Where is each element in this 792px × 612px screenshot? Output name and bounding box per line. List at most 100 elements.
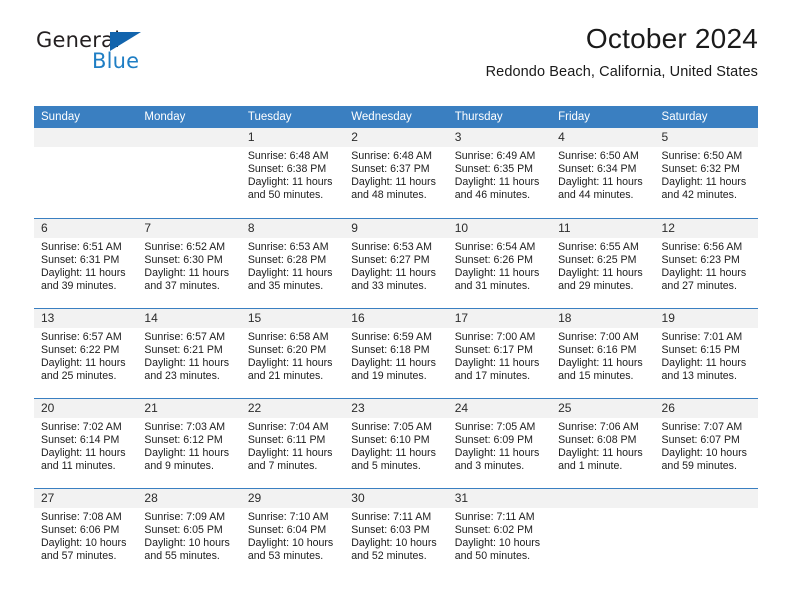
day-number: 31 (447, 488, 552, 508)
sunset-time: Sunset: 6:27 PM (351, 253, 430, 266)
calendar-week-row: 1 Sunrise: 6:48 AM Sunset: 6:38 PM Daylight… (34, 128, 758, 218)
calendar-day-cell[interactable]: 16 Sunrise: 6:59 AM Sunset: 6:18 PM Dayligh… (344, 307, 448, 398)
page-subtitle: Redondo Beach, California, United States (485, 64, 758, 81)
daylight-duration-line1: Daylight: 10 hours (41, 536, 127, 549)
daylight-duration-line1: Daylight: 11 hours (454, 356, 540, 369)
calendar-body: 1 Sunrise: 6:48 AM Sunset: 6:38 PM Daylight… (34, 128, 758, 578)
sunset-time: Sunset: 6:03 PM (351, 523, 430, 536)
daylight-duration-line2: and 50 minutes. (247, 189, 324, 202)
calendar-day-cell[interactable]: 18 Sunrise: 7:00 AM Sunset: 6:16 PM Dayligh… (551, 307, 655, 398)
weekday-header-friday: Friday (551, 106, 655, 128)
calendar-day-cell[interactable]: 29 Sunrise: 7:10 AM Sunset: 6:04 PM Dayligh… (240, 487, 345, 578)
sunset-time: Sunset: 6:08 PM (558, 433, 637, 446)
sunrise-time: Sunrise: 6:54 AM (454, 240, 536, 253)
general-blue-logo[interactable]: General Blue (36, 28, 236, 76)
weekday-header-tuesday: Tuesday (240, 106, 345, 128)
sunset-time: Sunset: 6:20 PM (247, 343, 327, 356)
sunrise-time: Sunrise: 7:11 AM (454, 510, 535, 523)
daylight-duration-line1: Daylight: 11 hours (661, 356, 747, 369)
day-details: Sunrise: 6:56 AM Sunset: 6:23 PM Daylight:… (655, 238, 758, 293)
calendar-day-cell[interactable]: 21 Sunrise: 7:03 AM Sunset: 6:12 PM Dayligh… (137, 397, 241, 488)
calendar-day-cell[interactable]: 22 Sunrise: 7:04 AM Sunset: 6:11 PM Dayligh… (240, 397, 345, 488)
daylight-duration-line1: Daylight: 10 hours (661, 446, 747, 459)
daylight-duration-line2: and 11 minutes. (41, 459, 116, 472)
weekday-header-thursday: Thursday (447, 106, 552, 128)
calendar-day-cell[interactable]: 4 Sunrise: 6:50 AM Sunset: 6:34 PM Daylight… (551, 128, 655, 218)
daylight-duration-line2: and 39 minutes. (41, 279, 117, 292)
calendar-day-cell[interactable]: 7 Sunrise: 6:52 AM Sunset: 6:30 PM Daylight… (137, 217, 241, 308)
day-number: 24 (447, 398, 552, 418)
sunrise-time: Sunrise: 7:02 AM (41, 420, 122, 433)
day-details: Sunrise: 6:54 AM Sunset: 6:26 PM Daylight:… (448, 238, 551, 293)
day-details: Sunrise: 6:48 AM Sunset: 6:38 PM Daylight:… (241, 147, 344, 202)
day-details: Sunrise: 7:11 AM Sunset: 6:03 PM Daylight:… (344, 508, 447, 563)
calendar-day-cell[interactable]: 26 Sunrise: 7:07 AM Sunset: 6:07 PM Dayligh… (654, 397, 758, 488)
calendar-day-cell[interactable]: 11 Sunrise: 6:55 AM Sunset: 6:25 PM Dayligh… (551, 217, 655, 308)
calendar-day-cell[interactable]: 27 Sunrise: 7:08 AM Sunset: 6:06 PM Dayligh… (34, 487, 138, 578)
sunset-time: Sunset: 6:15 PM (661, 343, 740, 356)
day-number (137, 128, 241, 147)
calendar-day-cell[interactable]: 2 Sunrise: 6:48 AM Sunset: 6:37 PM Daylight… (344, 128, 448, 218)
sunrise-time: Sunrise: 6:50 AM (661, 150, 743, 162)
day-details: Sunrise: 7:04 AM Sunset: 6:11 PM Daylight:… (241, 418, 344, 473)
daylight-duration-line1: Daylight: 11 hours (351, 446, 436, 459)
calendar-day-cell[interactable]: 9 Sunrise: 6:53 AM Sunset: 6:27 PM Daylight… (344, 217, 448, 308)
calendar-day-cell[interactable]: 31 Sunrise: 7:11 AM Sunset: 6:02 PM Dayligh… (447, 487, 552, 578)
sunrise-time: Sunrise: 7:00 AM (454, 330, 536, 343)
calendar-day-cell[interactable]: 25 Sunrise: 7:06 AM Sunset: 6:08 PM Dayligh… (551, 397, 655, 488)
calendar-day-cell[interactable]: 23 Sunrise: 7:05 AM Sunset: 6:10 PM Dayligh… (344, 397, 448, 488)
daylight-duration-line2: and 48 minutes. (351, 189, 427, 202)
sunrise-time: Sunrise: 6:48 AM (351, 150, 432, 162)
day-number: 11 (551, 218, 655, 238)
calendar-day-cell[interactable]: 19 Sunrise: 7:01 AM Sunset: 6:15 PM Dayligh… (654, 307, 758, 398)
daylight-duration-line2: and 44 minutes. (558, 189, 634, 202)
calendar-day-cell[interactable]: 20 Sunrise: 7:02 AM Sunset: 6:14 PM Dayligh… (34, 397, 138, 488)
day-number: 3 (447, 128, 552, 147)
weekday-header-wednesday: Wednesday (344, 106, 448, 128)
calendar-day-cell[interactable]: 30 Sunrise: 7:11 AM Sunset: 6:03 PM Dayligh… (344, 487, 448, 578)
daylight-duration-line1: Daylight: 11 hours (454, 176, 540, 189)
sunrise-time: Sunrise: 7:01 AM (661, 330, 743, 343)
day-details: Sunrise: 6:55 AM Sunset: 6:25 PM Daylight:… (551, 238, 654, 293)
sunrise-time: Sunrise: 6:59 AM (351, 330, 432, 343)
daylight-duration-line2: and 55 minutes. (144, 549, 220, 562)
calendar-day-cell[interactable]: 15 Sunrise: 6:58 AM Sunset: 6:20 PM Dayligh… (240, 307, 345, 398)
daylight-duration-line1: Daylight: 11 hours (247, 446, 333, 459)
sunrise-time: Sunrise: 7:06 AM (558, 420, 639, 433)
daylight-duration-line1: Daylight: 11 hours (41, 266, 126, 279)
daylight-duration-line2: and 53 minutes. (247, 549, 324, 562)
daylight-duration-line1: Daylight: 11 hours (558, 446, 643, 459)
day-number: 5 (654, 128, 758, 147)
daylight-duration-line1: Daylight: 11 hours (558, 266, 643, 279)
calendar-day-cell[interactable]: 28 Sunrise: 7:09 AM Sunset: 6:05 PM Dayligh… (137, 487, 241, 578)
daylight-duration-line1: Daylight: 10 hours (247, 536, 334, 549)
calendar-day-cell[interactable]: 5 Sunrise: 6:50 AM Sunset: 6:32 PM Daylight… (654, 128, 758, 218)
calendar-day-cell[interactable]: 1 Sunrise: 6:48 AM Sunset: 6:38 PM Daylight… (240, 128, 345, 218)
calendar-day-cell[interactable]: 24 Sunrise: 7:05 AM Sunset: 6:09 PM Dayligh… (447, 397, 552, 488)
calendar-day-cell[interactable]: 6 Sunrise: 6:51 AM Sunset: 6:31 PM Daylight… (34, 217, 138, 308)
sunrise-time: Sunrise: 7:05 AM (351, 420, 432, 433)
calendar-week-row: 13 Sunrise: 6:57 AM Sunset: 6:22 PM Dayligh… (34, 307, 758, 398)
daylight-duration-line1: Daylight: 11 hours (144, 266, 230, 279)
sunrise-time: Sunrise: 6:56 AM (661, 240, 743, 253)
calendar-day-cell[interactable]: 3 Sunrise: 6:49 AM Sunset: 6:35 PM Daylight… (447, 128, 552, 218)
sunrise-time: Sunrise: 6:52 AM (144, 240, 226, 253)
daylight-duration-line1: Daylight: 11 hours (558, 176, 643, 189)
calendar-day-cell[interactable]: 10 Sunrise: 6:54 AM Sunset: 6:26 PM Dayligh… (447, 217, 552, 308)
day-details: Sunrise: 6:50 AM Sunset: 6:32 PM Daylight:… (655, 147, 758, 202)
daylight-duration-line2: and 59 minutes. (661, 459, 737, 472)
day-details: Sunrise: 7:00 AM Sunset: 6:16 PM Daylight:… (551, 328, 654, 383)
daylight-duration-line2: and 37 minutes. (144, 279, 220, 292)
daylight-duration-line2: and 35 minutes. (247, 279, 324, 292)
sunset-time: Sunset: 6:02 PM (454, 523, 534, 536)
calendar-day-cell[interactable]: 8 Sunrise: 6:53 AM Sunset: 6:28 PM Daylight… (240, 217, 345, 308)
calendar-day-cell[interactable]: 12 Sunrise: 6:56 AM Sunset: 6:23 PM Dayligh… (654, 217, 758, 308)
calendar-day-cell[interactable]: 13 Sunrise: 6:57 AM Sunset: 6:22 PM Dayligh… (34, 307, 138, 398)
calendar-day-cell[interactable]: 17 Sunrise: 7:00 AM Sunset: 6:17 PM Dayligh… (447, 307, 552, 398)
calendar-day-cell[interactable]: 14 Sunrise: 6:57 AM Sunset: 6:21 PM Dayligh… (137, 307, 241, 398)
daylight-duration-line1: Daylight: 11 hours (144, 356, 230, 369)
day-number: 26 (654, 398, 758, 418)
day-number: 8 (240, 218, 345, 238)
calendar-cell-empty (551, 487, 655, 578)
daylight-duration-line1: Daylight: 11 hours (558, 356, 643, 369)
